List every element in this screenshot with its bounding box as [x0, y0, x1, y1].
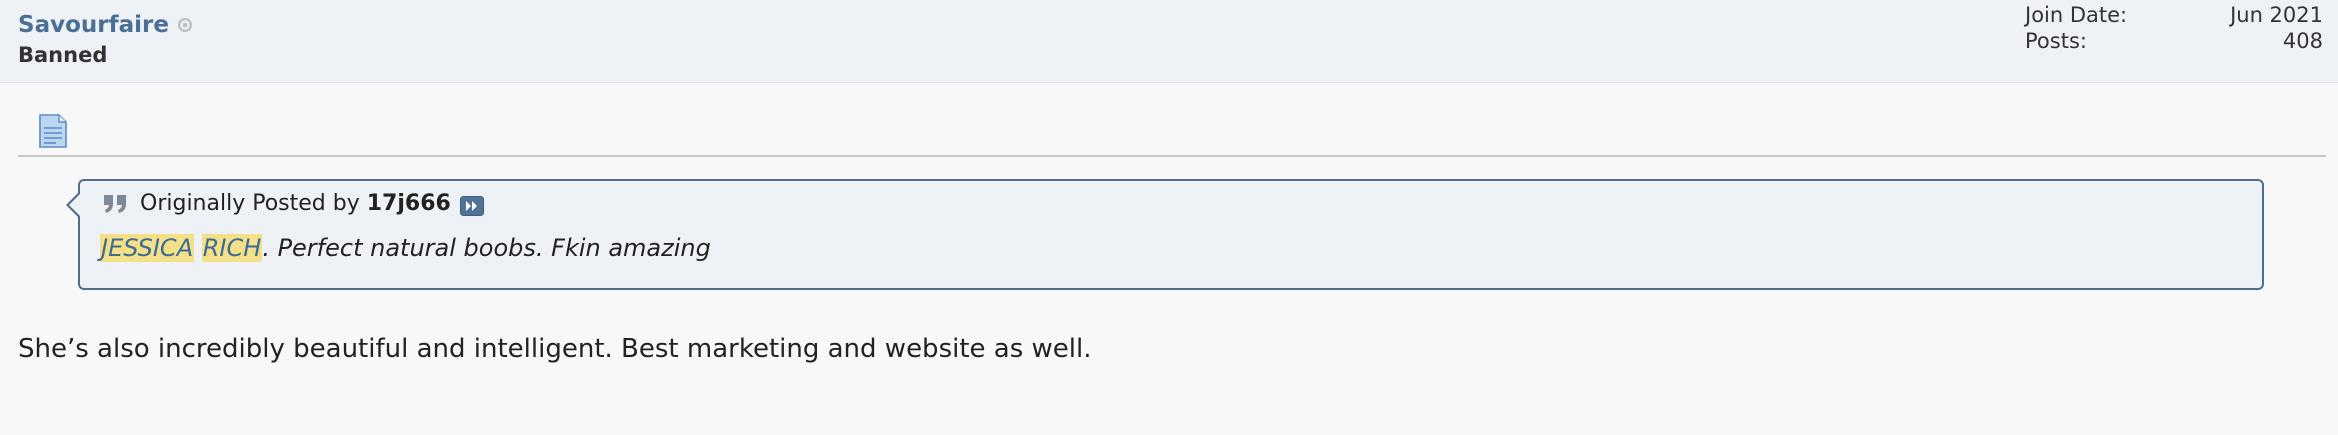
join-date-row: Join Date: Jun 2021	[2025, 2, 2323, 28]
post-divider	[18, 155, 2326, 157]
quote-marks-icon	[104, 194, 126, 213]
user-info-bar: Savourfaire Banned Join Date: Jun 2021 P…	[0, 0, 2338, 83]
posts-label: Posts:	[2025, 29, 2087, 53]
quote-message: JESSICA RICH. Perfect natural boobs. Fki…	[100, 234, 711, 262]
user-stats: Join Date: Jun 2021 Posts: 408	[2025, 2, 2323, 54]
quote-box: Originally Posted by 17j666 JESSICA RICH…	[66, 179, 2264, 290]
post-message: She’s also incredibly beautiful and inte…	[18, 334, 1092, 364]
username-row: Savourfaire	[18, 12, 192, 38]
quote-header: Originally Posted by 17j666	[102, 191, 484, 216]
user-offline-icon	[177, 18, 192, 32]
posts-row: Posts: 408	[2025, 28, 2323, 54]
user-title: Banned	[18, 43, 108, 67]
join-date-label: Join Date:	[2025, 3, 2128, 27]
posts-value: 408	[2282, 29, 2323, 53]
quote-pointer	[66, 191, 81, 219]
post-document-icon	[39, 114, 67, 148]
quote-poster[interactable]: 17j666	[367, 191, 451, 216]
view-post-icon[interactable]	[459, 195, 484, 216]
username-link[interactable]: Savourfaire	[18, 12, 169, 38]
quote-text-rest: . Perfect natural boobs. Fkin amazing	[262, 234, 711, 262]
highlight-term: RICH	[201, 234, 263, 262]
highlight-term: JESSICA	[100, 234, 195, 262]
join-date-value: Jun 2021	[2230, 3, 2323, 27]
quote-prefix: Originally Posted by	[140, 191, 360, 216]
